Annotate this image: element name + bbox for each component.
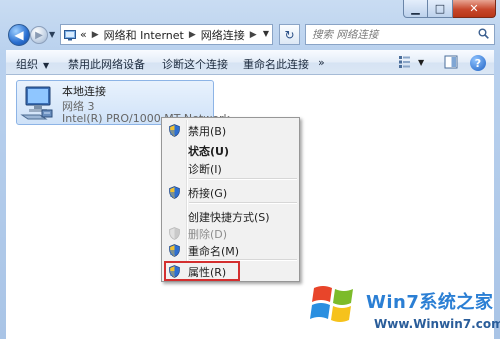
back-arrow-icon: ◀ [14, 28, 24, 42]
shield-icon [169, 124, 180, 137]
breadcrumb-separator-icon[interactable]: ▶ [92, 30, 99, 40]
refresh-button[interactable]: ↻ [279, 24, 300, 45]
minimize-button[interactable]: ▁ [403, 0, 428, 18]
preview-pane-icon [444, 55, 458, 69]
menu-item-label: 桥接(G) [188, 187, 228, 200]
menu-item-properties[interactable]: 属性(R) [164, 261, 240, 281]
command-bar: 组织 ▼ 禁用此网络设备 诊断这个连接 重命名此连接 » ▼ ? [6, 50, 494, 75]
forward-arrow-icon: ▶ [35, 29, 43, 41]
breadcrumb-separator-icon[interactable]: ▶ [189, 30, 196, 40]
preview-pane-button[interactable] [444, 55, 458, 69]
menu-item-label: 诊断(I) [188, 163, 222, 176]
recent-pages-dropdown[interactable]: ▼ [49, 30, 55, 39]
menu-item-label: 禁用(B) [188, 125, 227, 138]
search-box[interactable] [305, 24, 495, 45]
caption-buttons: ▁ □ ✕ [403, 0, 496, 18]
more-commands-button[interactable]: » [318, 56, 325, 69]
address-dropdown-icon[interactable]: ▼ [263, 29, 269, 38]
windows-logo-icon [307, 276, 361, 330]
organize-label: 组织 [16, 58, 38, 71]
rename-connection-button[interactable]: 重命名此连接 [243, 56, 309, 72]
forward-button[interactable]: ▶ [30, 26, 48, 44]
help-button[interactable]: ? [470, 55, 486, 71]
menu-item-label: 属性(R) [188, 266, 227, 279]
window-frame: ▁ □ ✕ ◀ ▶ ▼ « ▶ 网络和 Internet ▶ 网络连接 ▶ ▼ … [0, 0, 500, 339]
refresh-icon: ↻ [284, 27, 295, 42]
menu-item-rename[interactable]: 重命名(M) [164, 240, 297, 260]
menu-item-label: 状态(U) [188, 145, 229, 158]
search-icon[interactable] [478, 28, 489, 39]
control-panel-icon [64, 29, 76, 40]
watermark-title: Win7系统之家 [366, 292, 494, 313]
watermark-url: Www.Winwin7.com [374, 317, 500, 331]
connection-name: 本地连接 [62, 85, 106, 98]
shield-icon [169, 265, 180, 278]
menu-item-bridge[interactable]: 桥接(G) [164, 182, 297, 202]
diagnose-button[interactable]: 诊断这个连接 [162, 56, 228, 72]
help-icon: ? [470, 55, 486, 71]
back-button[interactable]: ◀ [8, 24, 30, 46]
disable-device-button[interactable]: 禁用此网络设备 [68, 56, 145, 72]
context-menu: 禁用(B) 状态(U) 诊断(I) 桥接(G) 创建快捷方式(S) 删除(D) … [161, 117, 300, 282]
change-view-button[interactable]: ▼ [398, 55, 424, 69]
organize-button[interactable]: 组织 ▼ [16, 56, 49, 72]
watermark: Win7系统之家 Www.Winwin7.com [300, 262, 500, 338]
breadcrumb-overflow[interactable]: « [80, 28, 87, 41]
shield-icon [169, 227, 180, 240]
shield-icon [169, 244, 180, 257]
view-options-icon [399, 56, 410, 68]
breadcrumb-network-connections[interactable]: 网络连接 [201, 27, 245, 43]
shield-icon [169, 186, 180, 199]
breadcrumb-network-internet[interactable]: 网络和 Internet [104, 27, 184, 43]
search-input[interactable] [306, 25, 472, 44]
menu-item-diagnose[interactable]: 诊断(I) [164, 158, 297, 178]
chevron-down-icon: ▼ [418, 57, 425, 67]
menu-item-label: 重命名(M) [188, 245, 240, 258]
chevron-down-icon: ▼ [43, 61, 50, 70]
maximize-button[interactable]: □ [428, 0, 453, 18]
menu-separator [189, 202, 297, 204]
network-adapter-icon [20, 86, 53, 120]
breadcrumb-separator-icon[interactable]: ▶ [250, 30, 257, 40]
address-bar[interactable]: « ▶ 网络和 Internet ▶ 网络连接 ▶ ▼ [60, 24, 273, 45]
menu-separator [189, 178, 297, 180]
menu-item-status[interactable]: 状态(U) [164, 140, 297, 160]
close-button[interactable]: ✕ [453, 0, 496, 18]
menu-item-disable[interactable]: 禁用(B) [164, 120, 297, 140]
